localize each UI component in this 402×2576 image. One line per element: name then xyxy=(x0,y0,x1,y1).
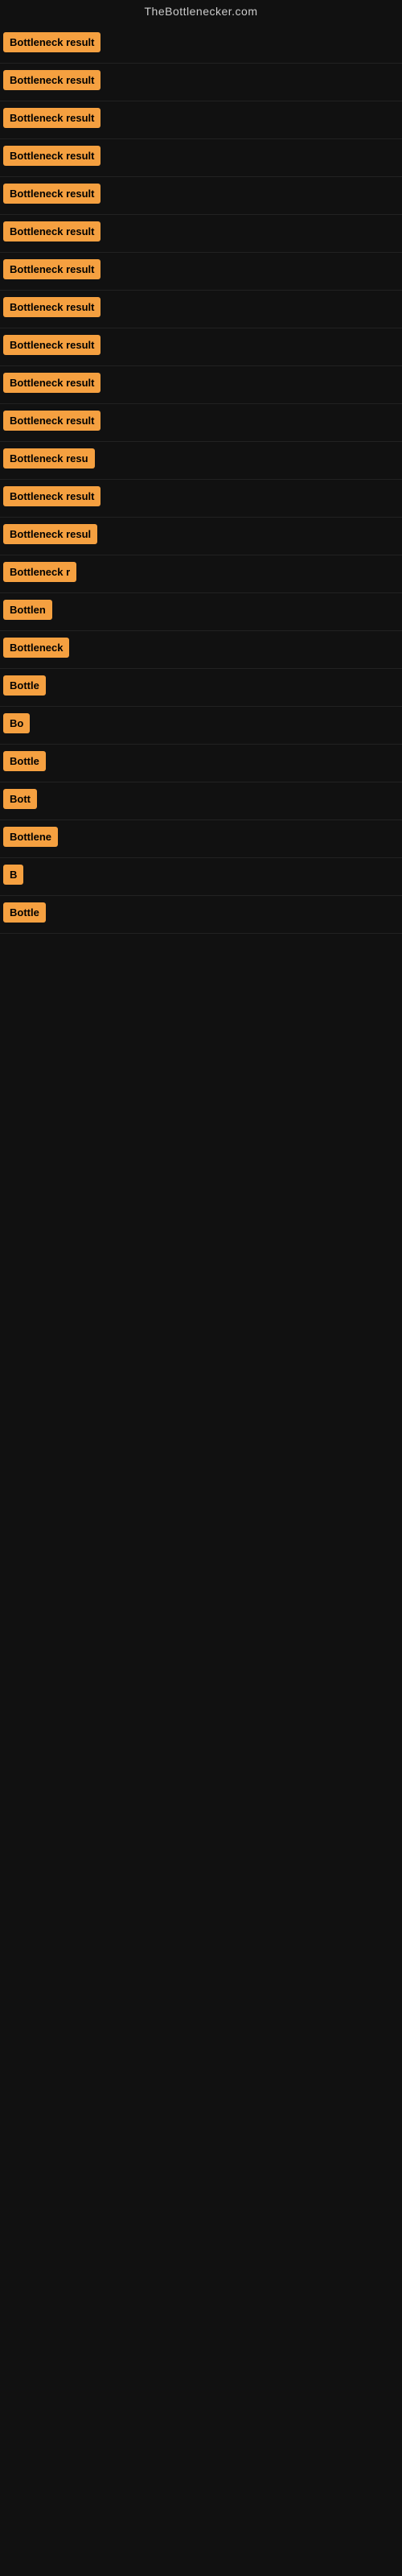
list-item[interactable]: Bottleneck result xyxy=(0,404,402,442)
bottleneck-result-badge[interactable]: Bottleneck result xyxy=(3,259,100,279)
bottleneck-result-badge[interactable]: Bott xyxy=(3,789,37,809)
list-item[interactable]: Bottleneck result xyxy=(0,64,402,101)
bottleneck-result-badge[interactable]: Bottleneck result xyxy=(3,335,100,355)
list-item[interactable]: Bott xyxy=(0,782,402,820)
list-item[interactable]: Bottle xyxy=(0,896,402,934)
bottleneck-result-badge[interactable]: Bottleneck result xyxy=(3,486,100,506)
bottleneck-result-badge[interactable]: Bo xyxy=(3,713,30,733)
site-title: TheBottlenecker.com xyxy=(0,0,402,26)
list-item[interactable]: Bottleneck result xyxy=(0,215,402,253)
bottleneck-result-badge[interactable]: Bottleneck result xyxy=(3,221,100,242)
list-item[interactable]: Bottleneck result xyxy=(0,177,402,215)
bottleneck-result-badge[interactable]: Bottleneck resul xyxy=(3,524,97,544)
bottleneck-result-badge[interactable]: Bottleneck result xyxy=(3,32,100,52)
list-item[interactable]: Bottlen xyxy=(0,593,402,631)
list-item[interactable]: B xyxy=(0,858,402,896)
bottleneck-result-badge[interactable]: Bottlen xyxy=(3,600,52,620)
bottleneck-result-badge[interactable]: Bottleneck result xyxy=(3,297,100,317)
bottleneck-result-badge[interactable]: Bottleneck resu xyxy=(3,448,95,469)
list-item[interactable]: Bottle xyxy=(0,669,402,707)
bottleneck-result-badge[interactable]: Bottle xyxy=(3,751,46,771)
bottleneck-result-badge[interactable]: Bottlene xyxy=(3,827,58,847)
list-item[interactable]: Bottleneck resu xyxy=(0,442,402,480)
list-item[interactable]: Bottleneck result xyxy=(0,328,402,366)
list-item[interactable]: Bottleneck result xyxy=(0,101,402,139)
bottleneck-result-badge[interactable]: Bottleneck result xyxy=(3,70,100,90)
list-item[interactable]: Bottleneck result xyxy=(0,253,402,291)
list-item[interactable]: Bottleneck result xyxy=(0,139,402,177)
bottleneck-result-badge[interactable]: Bottleneck xyxy=(3,638,69,658)
bottleneck-result-badge[interactable]: Bottleneck result xyxy=(3,146,100,166)
list-item[interactable]: Bottleneck xyxy=(0,631,402,669)
bottleneck-result-badge[interactable]: Bottleneck r xyxy=(3,562,76,582)
bottleneck-result-badge[interactable]: Bottle xyxy=(3,675,46,696)
bottleneck-result-badge[interactable]: Bottleneck result xyxy=(3,373,100,393)
bottleneck-result-badge[interactable]: B xyxy=(3,865,23,885)
rows-container: Bottleneck result Bottleneck result Bottle… xyxy=(0,26,402,934)
list-item[interactable]: Bo xyxy=(0,707,402,745)
site-title-container: TheBottlenecker.com xyxy=(0,0,402,26)
bottleneck-result-badge[interactable]: Bottleneck result xyxy=(3,411,100,431)
list-item[interactable]: Bottleneck r xyxy=(0,555,402,593)
list-item[interactable]: Bottleneck result xyxy=(0,26,402,64)
bottleneck-result-badge[interactable]: Bottleneck result xyxy=(3,184,100,204)
list-item[interactable]: Bottleneck result xyxy=(0,291,402,328)
list-item[interactable]: Bottleneck result xyxy=(0,480,402,518)
bottleneck-result-badge[interactable]: Bottleneck result xyxy=(3,108,100,128)
list-item[interactable]: Bottleneck resul xyxy=(0,518,402,555)
list-item[interactable]: Bottle xyxy=(0,745,402,782)
bottleneck-result-badge[interactable]: Bottle xyxy=(3,902,46,923)
list-item[interactable]: Bottleneck result xyxy=(0,366,402,404)
list-item[interactable]: Bottlene xyxy=(0,820,402,858)
